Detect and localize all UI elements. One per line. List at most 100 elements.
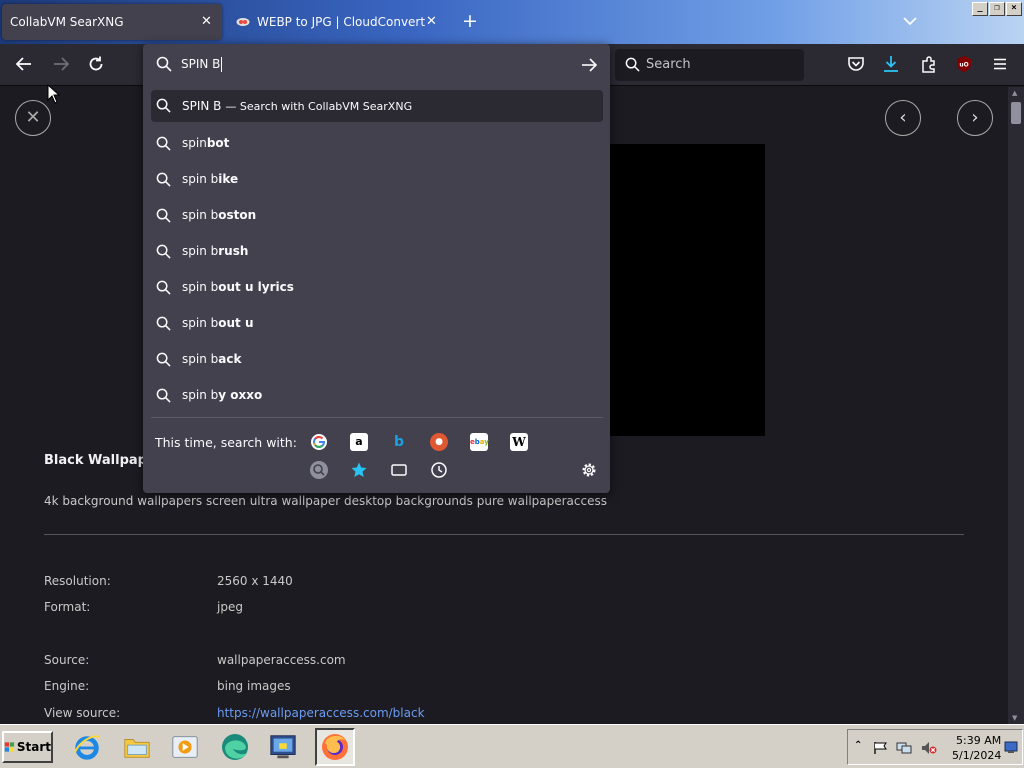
go-arrow-icon[interactable] <box>580 56 598 74</box>
resolution-value: 2560 x 1440 <box>217 574 293 588</box>
suggestion-text: spin bike <box>182 172 238 186</box>
hamburger-menu-icon[interactable] <box>991 55 1009 73</box>
address-bar[interactable]: SPIN B <box>143 44 610 84</box>
new-tab-button[interactable]: + <box>461 11 479 31</box>
close-window-button[interactable]: × <box>1006 2 1022 16</box>
format-value: jpeg <box>217 600 243 614</box>
search-icon <box>156 136 171 151</box>
resolution-label: Resolution: <box>44 574 111 588</box>
view-source-label: View source: <box>44 706 121 720</box>
suggestion-item[interactable]: spin bout u lyrics <box>151 270 603 306</box>
scroll-down-arrow-icon[interactable]: ▼ <box>1012 714 1017 722</box>
start-button[interactable]: Start <box>2 731 53 763</box>
amazon-icon[interactable]: a <box>350 433 368 451</box>
source-label: Source: <box>44 653 90 667</box>
restore-button[interactable]: ❐ <box>989 2 1005 16</box>
suggestion-prefix: spin b <box>182 316 219 330</box>
searxng-icon[interactable] <box>310 461 328 479</box>
ublock-origin-icon[interactable]: uO <box>955 55 973 73</box>
suggestion-text: spin by oxxo <box>182 388 262 402</box>
show-desktop-icon[interactable] <box>1004 740 1018 754</box>
suggestion-item[interactable]: spin brush <box>151 234 603 270</box>
suggestion-prefix: spin <box>182 136 207 150</box>
search-engine-result[interactable]: SPIN B — Search with CollabVM SearXNG <box>151 90 603 122</box>
list-all-tabs-chevron-down-icon[interactable] <box>902 14 918 28</box>
file-explorer-icon[interactable] <box>117 728 157 766</box>
search-icon <box>156 172 171 187</box>
history-clock-icon[interactable] <box>430 461 448 479</box>
source-value: wallpaperaccess.com <box>217 653 346 667</box>
tab-cloudconvert[interactable]: WEBP to JPG | CloudConvert ✕ <box>230 4 450 40</box>
firefox-icon[interactable] <box>315 728 355 766</box>
reload-icon[interactable] <box>87 55 105 73</box>
bookmarks-star-icon[interactable] <box>350 461 368 479</box>
tab-strip: CollabVM SearXNG ✕ WEBP to JPG | CloudCo… <box>0 0 1024 44</box>
mouse-pointer-icon <box>47 84 61 104</box>
wallpaper-preview-image[interactable] <box>605 144 765 436</box>
previous-result-button[interactable]: ‹ <box>885 100 921 136</box>
suggestion-item[interactable]: spin bike <box>151 162 603 198</box>
svg-text:uO: uO <box>959 62 968 69</box>
search-icon <box>156 352 171 367</box>
minimize-button[interactable]: _ <box>972 2 988 16</box>
suggestion-text: spin bout u lyrics <box>182 280 294 294</box>
address-bar-input[interactable]: SPIN B <box>181 57 223 72</box>
result-text: SPIN B — Search with CollabVM SearXNG <box>182 99 412 113</box>
divider <box>151 417 603 418</box>
media-player-icon[interactable] <box>165 728 205 766</box>
close-detail-button[interactable]: ✕ <box>15 100 51 136</box>
virtual-machine-app-icon[interactable] <box>263 728 303 766</box>
result-query: SPIN B <box>182 99 222 113</box>
tab-collabvm-searxng[interactable]: CollabVM SearXNG ✕ <box>2 4 222 40</box>
scrollbar-thumb[interactable] <box>1011 102 1021 124</box>
close-tab-icon[interactable]: ✕ <box>426 14 437 29</box>
clock-date[interactable]: 5/1/2024 <box>952 749 1001 762</box>
extensions-puzzle-icon[interactable] <box>920 55 938 73</box>
google-icon[interactable] <box>310 433 328 451</box>
next-result-button[interactable]: › <box>957 100 993 136</box>
search-bar[interactable]: Search <box>615 49 804 81</box>
forward-arrow-icon[interactable] <box>52 55 70 73</box>
suggestion-item[interactable]: spin bout u <box>151 306 603 342</box>
suggestion-completion: out u <box>218 316 254 330</box>
suggestion-text: spin boston <box>182 208 256 222</box>
back-arrow-icon[interactable] <box>15 55 33 73</box>
suggestion-item[interactable]: spinbot <box>151 126 603 162</box>
gear-icon[interactable] <box>580 461 598 479</box>
tabs-icon[interactable] <box>390 461 408 479</box>
search-bar-placeholder: Search <box>646 57 691 72</box>
engine-value: bing images <box>217 679 291 693</box>
pocket-icon[interactable] <box>847 55 865 73</box>
suggestion-prefix: spin b <box>182 280 219 294</box>
suggestion-completion: rush <box>218 244 249 258</box>
tab-title: WEBP to JPG | CloudConvert <box>257 15 426 29</box>
bing-icon[interactable]: b <box>390 433 408 451</box>
suggestion-item[interactable]: spin by oxxo <box>151 378 603 414</box>
suggestion-completion: bot <box>206 136 230 150</box>
action-center-flag-icon[interactable] <box>873 741 889 755</box>
suggestion-text: spin bout u <box>182 316 254 330</box>
suggestion-text: spinbot <box>182 136 229 150</box>
search-icon <box>156 316 171 331</box>
suggestion-item[interactable]: spin boston <box>151 198 603 234</box>
one-off-search-label: This time, search with: <box>155 435 297 450</box>
show-hidden-icons-chevron-icon[interactable]: ⌃ <box>854 740 862 751</box>
clock-time[interactable]: 5:39 AM <box>956 734 1001 747</box>
duckduckgo-icon[interactable]: ● <box>430 433 448 451</box>
volume-muted-icon[interactable] <box>921 741 937 755</box>
suggestion-completion: ack <box>218 352 242 366</box>
scroll-up-arrow-icon[interactable]: ▲ <box>1012 89 1017 97</box>
taskbar: Start ⌃ 5:39 AM 5/1/2024 <box>0 724 1024 768</box>
network-icon[interactable] <box>896 741 912 755</box>
view-source-link[interactable]: https://wallpaperaccess.com/black <box>217 706 425 720</box>
close-tab-icon[interactable]: ✕ <box>201 14 212 29</box>
suggestion-list: SPIN B — Search with CollabVM SearXNG spi… <box>151 90 603 414</box>
wikipedia-icon[interactable]: W <box>510 433 528 451</box>
tab-title: CollabVM SearXNG <box>10 15 124 29</box>
suggestion-item[interactable]: spin back <box>151 342 603 378</box>
downloads-icon[interactable] <box>882 55 900 73</box>
edge-browser-icon[interactable] <box>215 728 255 766</box>
ebay-icon[interactable]: ebay <box>470 433 489 451</box>
internet-explorer-icon[interactable] <box>67 728 107 766</box>
page-scrollbar[interactable]: ▲ ▼ <box>1008 87 1024 724</box>
